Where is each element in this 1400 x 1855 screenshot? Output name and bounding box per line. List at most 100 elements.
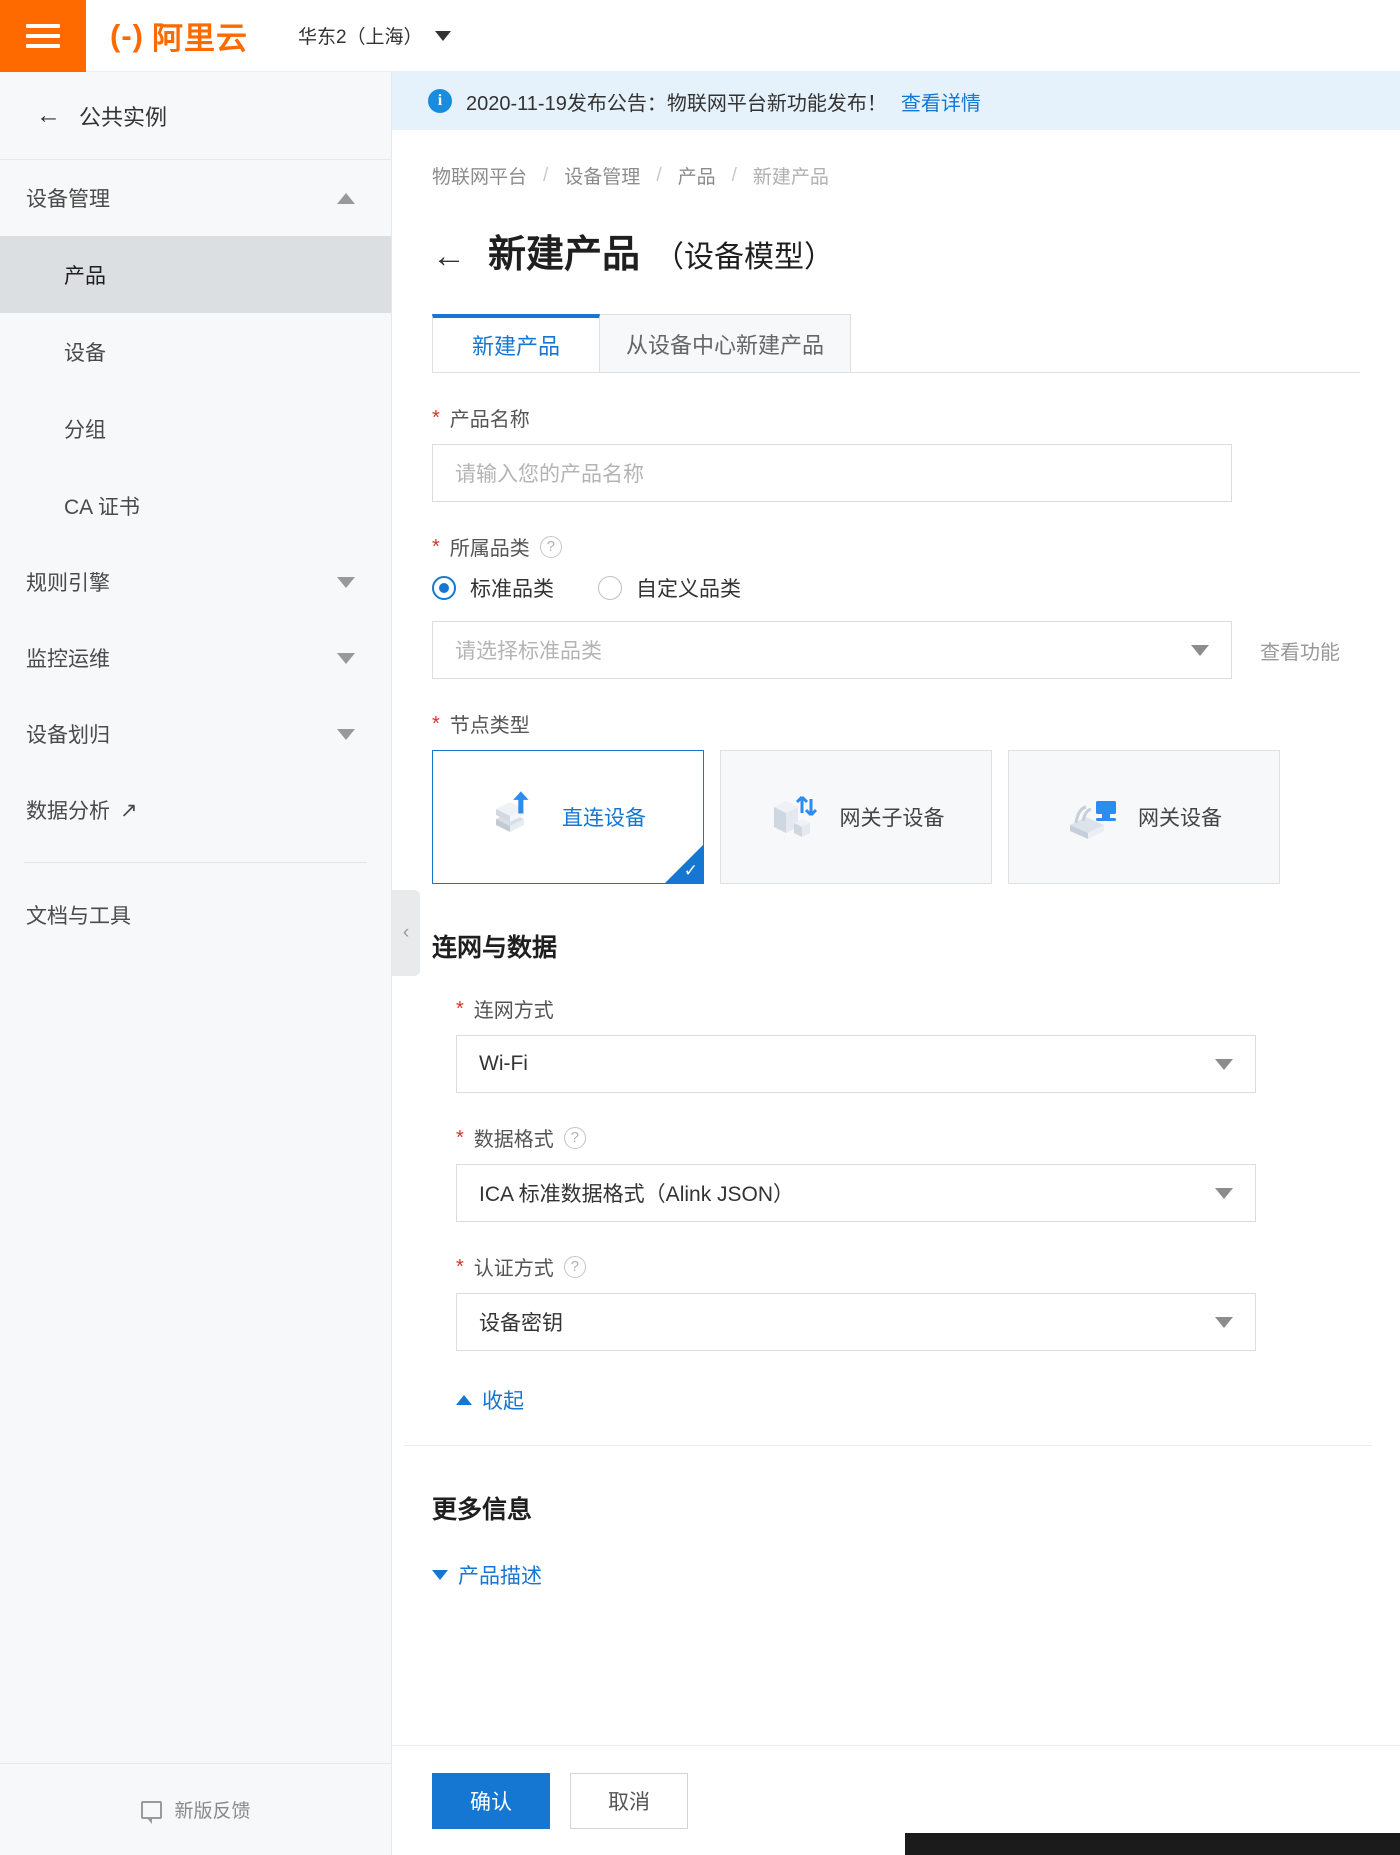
sidebar-item-docs-tools[interactable]: 文档与工具 <box>0 877 391 953</box>
page-title-text: 新建产品 <box>488 234 641 276</box>
category-select-value: 请选择标准品类 <box>455 640 602 663</box>
cancel-button[interactable]: 取消 <box>570 1772 688 1829</box>
auth-type-select[interactable]: 设备密钥 <box>456 1293 1256 1351</box>
chevron-down-icon <box>432 1570 448 1580</box>
radio-label: 标准品类 <box>470 578 554 601</box>
section-divider <box>404 1445 1372 1446</box>
chevron-down-icon <box>1215 1316 1233 1328</box>
chevron-up-icon <box>337 192 355 204</box>
hamburger-bar <box>26 33 60 38</box>
node-type-card-label: 网关子设备 <box>839 807 945 830</box>
sidebar-feedback-link[interactable]: 新版反馈 <box>0 1763 392 1855</box>
sidebar-item-group[interactable]: 分组 <box>0 390 391 467</box>
product-description-toggle[interactable]: 产品描述 <box>432 1560 1360 1590</box>
radio-dot-selected <box>432 576 456 600</box>
sidebar-item-label: 分组 <box>64 418 106 442</box>
collapse-label: 收起 <box>482 1390 524 1413</box>
announcement-text: 2020-11-19发布公告：物联网平台新功能发布！ <box>466 92 887 115</box>
required-marker: * <box>432 535 440 558</box>
sidebar-collapse-handle[interactable]: ‹ <box>392 890 420 976</box>
back-arrow-icon[interactable]: ← <box>432 239 466 273</box>
network-type-label: 连网方式 <box>473 1000 554 1022</box>
sidebar-item-ca-certificate[interactable]: CA 证书 <box>0 467 391 544</box>
gateway-device-icon <box>1070 801 1116 839</box>
page-title: ← 新建产品 （设备模型） <box>432 223 1360 278</box>
help-icon[interactable]: ? <box>563 1126 586 1149</box>
region-selector[interactable]: 华东2（上海） <box>298 22 451 49</box>
chevron-up-icon <box>456 1395 472 1405</box>
sidebar-item-label: 文档与工具 <box>26 905 131 928</box>
data-format-select[interactable]: ICA 标准数据格式（Alink JSON） <box>456 1164 1256 1222</box>
chevron-down-icon <box>337 576 355 588</box>
radio-label: 自定义品类 <box>636 578 741 601</box>
aliyun-logo-mark: (-) <box>110 17 144 53</box>
category-label: 所属品类 <box>449 538 530 560</box>
tab-new-product[interactable]: 新建产品 <box>432 314 600 372</box>
confirm-button[interactable]: 确认 <box>432 1772 550 1829</box>
product-name-label: 产品名称 <box>449 409 530 431</box>
node-type-card-gateway-subdevice[interactable]: 网关子设备 <box>720 750 992 884</box>
radio-dot <box>598 576 622 600</box>
breadcrumb-item-product[interactable]: 产品 <box>678 162 716 189</box>
sidebar-item-data-analysis[interactable]: 数据分析 ↗ <box>0 772 391 848</box>
breadcrumb-separator: / <box>543 164 549 186</box>
aliyun-logo[interactable]: (-) 阿里云 <box>110 13 248 58</box>
node-type-card-direct-device[interactable]: 直连设备 ✓ <box>432 750 704 884</box>
tab-new-product-from-device-center[interactable]: 从设备中心新建产品 <box>599 314 852 372</box>
external-link-icon: ↗ <box>120 798 138 822</box>
breadcrumb-separator: / <box>731 164 737 186</box>
breadcrumb-separator: / <box>656 164 662 186</box>
sidebar-item-device[interactable]: 设备 <box>0 313 391 390</box>
feedback-icon <box>141 1800 163 1824</box>
sidebar-item-label: CA 证书 <box>64 495 140 519</box>
category-select[interactable]: 请选择标准品类 <box>432 621 1232 679</box>
field-node-type: * 节点类型 直连设备 ✓ 网关子设备 网关设备 <box>432 709 1360 884</box>
sidebar-group-device-assignment[interactable]: 设备划归 <box>0 696 391 772</box>
radio-standard-category[interactable]: 标准品类 <box>432 573 554 603</box>
network-type-select[interactable]: Wi-Fi <box>456 1035 1256 1093</box>
sidebar-group-label: 监控运维 <box>26 648 110 671</box>
breadcrumb-item-iot-platform[interactable]: 物联网平台 <box>432 162 527 189</box>
field-auth-type: * 认证方式 ? 设备密钥 <box>456 1252 1360 1351</box>
region-label: 华东2（上海） <box>297 27 423 48</box>
radio-custom-category[interactable]: 自定义品类 <box>598 573 741 603</box>
chevron-down-icon <box>1215 1187 1233 1199</box>
help-icon[interactable]: ? <box>539 535 562 558</box>
sidebar-group-label: 规则引擎 <box>26 572 110 595</box>
sidebar-group-device-management[interactable]: 设备管理 <box>0 160 391 236</box>
node-type-label: 节点类型 <box>449 715 530 737</box>
announcement-banner: i 2020-11-19发布公告：物联网平台新功能发布！ 查看详情 <box>392 72 1400 130</box>
collapse-toggle[interactable]: 收起 <box>456 1385 1360 1415</box>
field-network-type: * 连网方式 Wi-Fi <box>456 994 1360 1093</box>
announcement-detail-link[interactable]: 查看详情 <box>901 87 981 116</box>
arrow-left-icon: ← <box>36 101 61 129</box>
breadcrumb: 物联网平台 / 设备管理 / 产品 / 新建产品 <box>432 130 1360 189</box>
section-title-more-info: 更多信息 <box>432 1496 533 1524</box>
sidebar-back-public-instance[interactable]: ← 公共实例 <box>0 72 391 160</box>
gateway-subdevice-icon <box>773 795 817 837</box>
main-content: i 2020-11-19发布公告：物联网平台新功能发布！ 查看详情 物联网平台 … <box>392 72 1400 1855</box>
sidebar-item-label: 数据分析 <box>26 800 110 823</box>
data-format-label: 数据格式 <box>473 1129 554 1151</box>
sidebar-group-label: 设备管理 <box>26 188 110 211</box>
node-type-card-gateway-device[interactable]: 网关设备 <box>1008 750 1280 884</box>
required-marker: * <box>456 997 464 1020</box>
field-data-format: * 数据格式 ? ICA 标准数据格式（Alink JSON） <box>456 1123 1360 1222</box>
info-icon: i <box>428 89 452 113</box>
bottom-black-strip <box>905 1833 1400 1855</box>
sidebar-group-rule-engine[interactable]: 规则引擎 <box>0 544 391 620</box>
sidebar-group-monitoring[interactable]: 监控运维 <box>0 620 391 696</box>
node-type-card-label: 网关设备 <box>1138 807 1222 830</box>
sidebar-item-product[interactable]: 产品 <box>0 236 391 313</box>
hamburger-icon[interactable] <box>0 0 86 72</box>
category-label-row: * 所属品类 ? <box>432 532 1360 561</box>
tab-label: 从设备中心新建产品 <box>626 332 825 358</box>
required-marker: * <box>456 1255 464 1278</box>
network-data-fields: * 连网方式 Wi-Fi * 数据格式 ? ICA 标准数据格式（Alink J… <box>456 994 1360 1415</box>
category-radio-group: 标准品类 自定义品类 <box>432 573 1360 603</box>
help-icon[interactable]: ? <box>563 1255 586 1278</box>
breadcrumb-item-device-management[interactable]: 设备管理 <box>564 162 640 189</box>
view-features-link[interactable]: 查看功能 <box>1260 636 1340 665</box>
feedback-label: 新版反馈 <box>174 1801 251 1822</box>
product-name-input[interactable]: 请输入您的产品名称 <box>432 444 1232 502</box>
